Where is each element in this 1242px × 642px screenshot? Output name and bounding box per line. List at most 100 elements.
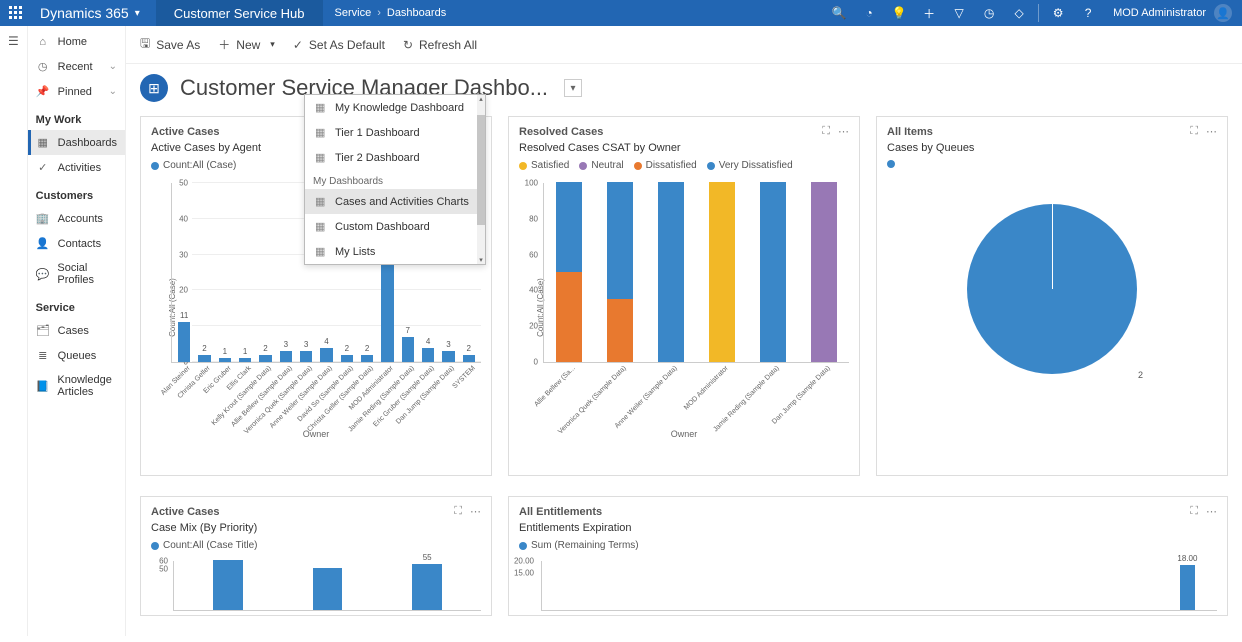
bar-value: 3 xyxy=(304,340,308,349)
dashboard-icon: ▦ xyxy=(315,126,327,139)
expand-icon[interactable]: ⛶ xyxy=(454,505,462,518)
hamburger-icon[interactable]: ☰ xyxy=(0,34,27,48)
legend-label: Satisfied xyxy=(531,160,569,171)
bar-value: 2 xyxy=(365,344,369,353)
sidebar-item-contacts[interactable]: 👤Contacts xyxy=(28,231,125,256)
expand-icon[interactable]: ⛶ xyxy=(1190,125,1198,138)
top-bar: Dynamics 365 ▾ Customer Service Hub Serv… xyxy=(0,0,1242,26)
expand-icon[interactable]: ⛶ xyxy=(1190,505,1198,518)
bar-value: 1 xyxy=(243,347,247,356)
more-icon[interactable]: ⋯ xyxy=(470,505,481,518)
check-icon: ✓ xyxy=(36,161,50,174)
bar-value: 4 xyxy=(426,337,430,346)
refresh-button[interactable]: ↻Refresh All xyxy=(403,38,477,52)
scroll-up-icon[interactable]: ▴ xyxy=(477,95,485,103)
sidebar-item-pinned[interactable]: 📌Pinned⌄ xyxy=(28,79,125,104)
scrollbar-thumb[interactable] xyxy=(477,115,485,225)
user-menu[interactable]: MOD Administrator 👤 xyxy=(1103,4,1242,22)
dropdown-item[interactable]: ▦Custom Dashboard xyxy=(305,214,485,239)
sidebar-item-social-profiles[interactable]: 💬Social Profiles xyxy=(28,256,125,292)
filter-icon[interactable]: ▽ xyxy=(944,0,974,26)
pin-icon: 📌 xyxy=(36,85,50,98)
save-icon: 🖫 xyxy=(140,34,150,55)
legend-label: Dissatisfied xyxy=(646,160,697,171)
legend-label: Neutral xyxy=(591,160,623,171)
avatar-icon: 👤 xyxy=(1214,4,1232,22)
pie-label: 2 xyxy=(1138,370,1143,380)
brand-menu[interactable]: Dynamics 365 ▾ xyxy=(32,5,156,21)
bar: 3Allie Bellew (Sample Data) xyxy=(276,340,296,362)
search-icon[interactable]: 🔍 xyxy=(824,0,854,26)
sidebar-item-label: Social Profiles xyxy=(57,262,117,286)
dropdown-item[interactable]: ▦Cases and Activities Charts xyxy=(305,189,485,214)
sidebar-group: My Work xyxy=(28,104,125,130)
building-icon: 🏢 xyxy=(36,212,50,225)
command-bar: 🖫Save As ＋New▾ ✓Set As Default ↻Refresh … xyxy=(126,26,1242,64)
chevron-down-icon: ▾ xyxy=(135,8,140,19)
sidebar-item-activities[interactable]: ✓Activities xyxy=(28,155,125,180)
brand-label: Dynamics 365 xyxy=(40,5,129,21)
dropdown-item[interactable]: ▦Tier 2 Dashboard xyxy=(305,145,485,170)
dropdown-item-label: Tier 1 Dashboard xyxy=(335,127,420,139)
breadcrumb-item[interactable]: Dashboards xyxy=(387,7,446,19)
hub-label[interactable]: Customer Service Hub xyxy=(156,0,323,26)
dashboard-icon: ⊞ xyxy=(140,74,168,102)
stacked-bar: Anne Weiler (Sample Data) xyxy=(652,182,689,362)
sidebar-item-queues[interactable]: ≣Queues xyxy=(28,343,125,368)
dropdown-item[interactable]: ▦My Lists xyxy=(305,239,485,264)
lightbulb-icon[interactable]: 💡 xyxy=(884,0,914,26)
sidebar-item-label: Accounts xyxy=(58,213,103,225)
sidebar-group: Customers xyxy=(28,180,125,206)
plus-icon: ＋ xyxy=(218,36,230,53)
card-all-items: All Items ⛶ ⋯ Cases by Queues 2 xyxy=(876,116,1228,476)
clock-icon[interactable]: ◷ xyxy=(974,0,1004,26)
bar-value: 7 xyxy=(406,326,410,335)
dashboard-icon: ▦ xyxy=(315,220,327,233)
bar-value: 1 xyxy=(223,347,227,356)
dashboard-picker-button[interactable]: ▾ xyxy=(564,79,582,97)
expand-icon[interactable]: ⛶ xyxy=(822,125,830,138)
list-icon: ≣ xyxy=(36,349,50,362)
help-icon[interactable]: ? xyxy=(1073,0,1103,26)
bar: 4Anne Weiler (Sample Data) xyxy=(316,337,336,362)
bar xyxy=(278,568,378,610)
chevron-down-icon: ⌄ xyxy=(109,61,117,72)
sidebar-item-cases[interactable]: 🗂Cases xyxy=(28,318,125,343)
add-icon[interactable]: ＋ xyxy=(914,0,944,26)
scroll-down-icon[interactable]: ▾ xyxy=(477,256,485,264)
dropdown-item-label: My Knowledge Dashboard xyxy=(335,102,464,114)
stacked-bar: Jamie Reding (Sample Data) xyxy=(755,182,792,362)
task-icon[interactable]: ◔ xyxy=(854,0,884,26)
bar: 4Eric Gruber (Sample Data) xyxy=(418,337,438,362)
more-icon[interactable]: ⋯ xyxy=(1206,505,1217,518)
app-launcher-button[interactable] xyxy=(0,0,32,26)
bar: 2Christa Geller (Sample Data) xyxy=(357,344,377,362)
bar: 7Jamie Reding (Sample Data) xyxy=(398,326,418,362)
case-icon: 🗂 xyxy=(36,324,50,337)
bar-value: 4 xyxy=(324,337,328,346)
sidebar-item-dashboards[interactable]: ▦Dashboards xyxy=(28,130,125,155)
nav-icon[interactable]: ◇ xyxy=(1004,0,1034,26)
new-button[interactable]: ＋New▾ xyxy=(218,36,275,53)
set-default-button[interactable]: ✓Set As Default xyxy=(293,38,385,52)
settings-icon[interactable]: ⚙ xyxy=(1043,0,1073,26)
breadcrumb-item[interactable]: Service xyxy=(335,7,372,19)
bar: 2Kelly Krout (Sample Data) xyxy=(255,344,275,362)
dashboard-icon: ▦ xyxy=(315,195,327,208)
legend-item: Neutral xyxy=(579,160,623,171)
dropdown-item[interactable]: ▦My Knowledge Dashboard xyxy=(305,95,485,120)
sidebar-item-accounts[interactable]: 🏢 Accounts xyxy=(28,206,125,231)
sidebar-item-knowledge-articles[interactable]: 📘Knowledge Articles xyxy=(28,368,125,404)
dropdown-item[interactable]: ▦ Tier 1 Dashboard xyxy=(305,120,485,145)
sidebar-item-home[interactable]: ⌂Home xyxy=(28,30,125,54)
bar-value: 3 xyxy=(284,340,288,349)
dashboard-dropdown: ▦My Knowledge Dashboard▦Tier 1 Dashboard… xyxy=(304,94,486,265)
more-icon[interactable]: ⋯ xyxy=(838,125,849,138)
more-icon[interactable]: ⋯ xyxy=(1206,125,1217,138)
save-as-button[interactable]: 🖫Save As xyxy=(140,34,200,55)
legend-label: Sum (Remaining Terms) xyxy=(531,540,639,551)
card-subtitle: Entitlements Expiration xyxy=(509,522,1227,538)
user-icon: 👤 xyxy=(36,237,50,250)
sidebar-item-recent[interactable]: ◷Recent⌄ xyxy=(28,54,125,79)
chevron-down-icon: ▾ xyxy=(270,39,275,50)
